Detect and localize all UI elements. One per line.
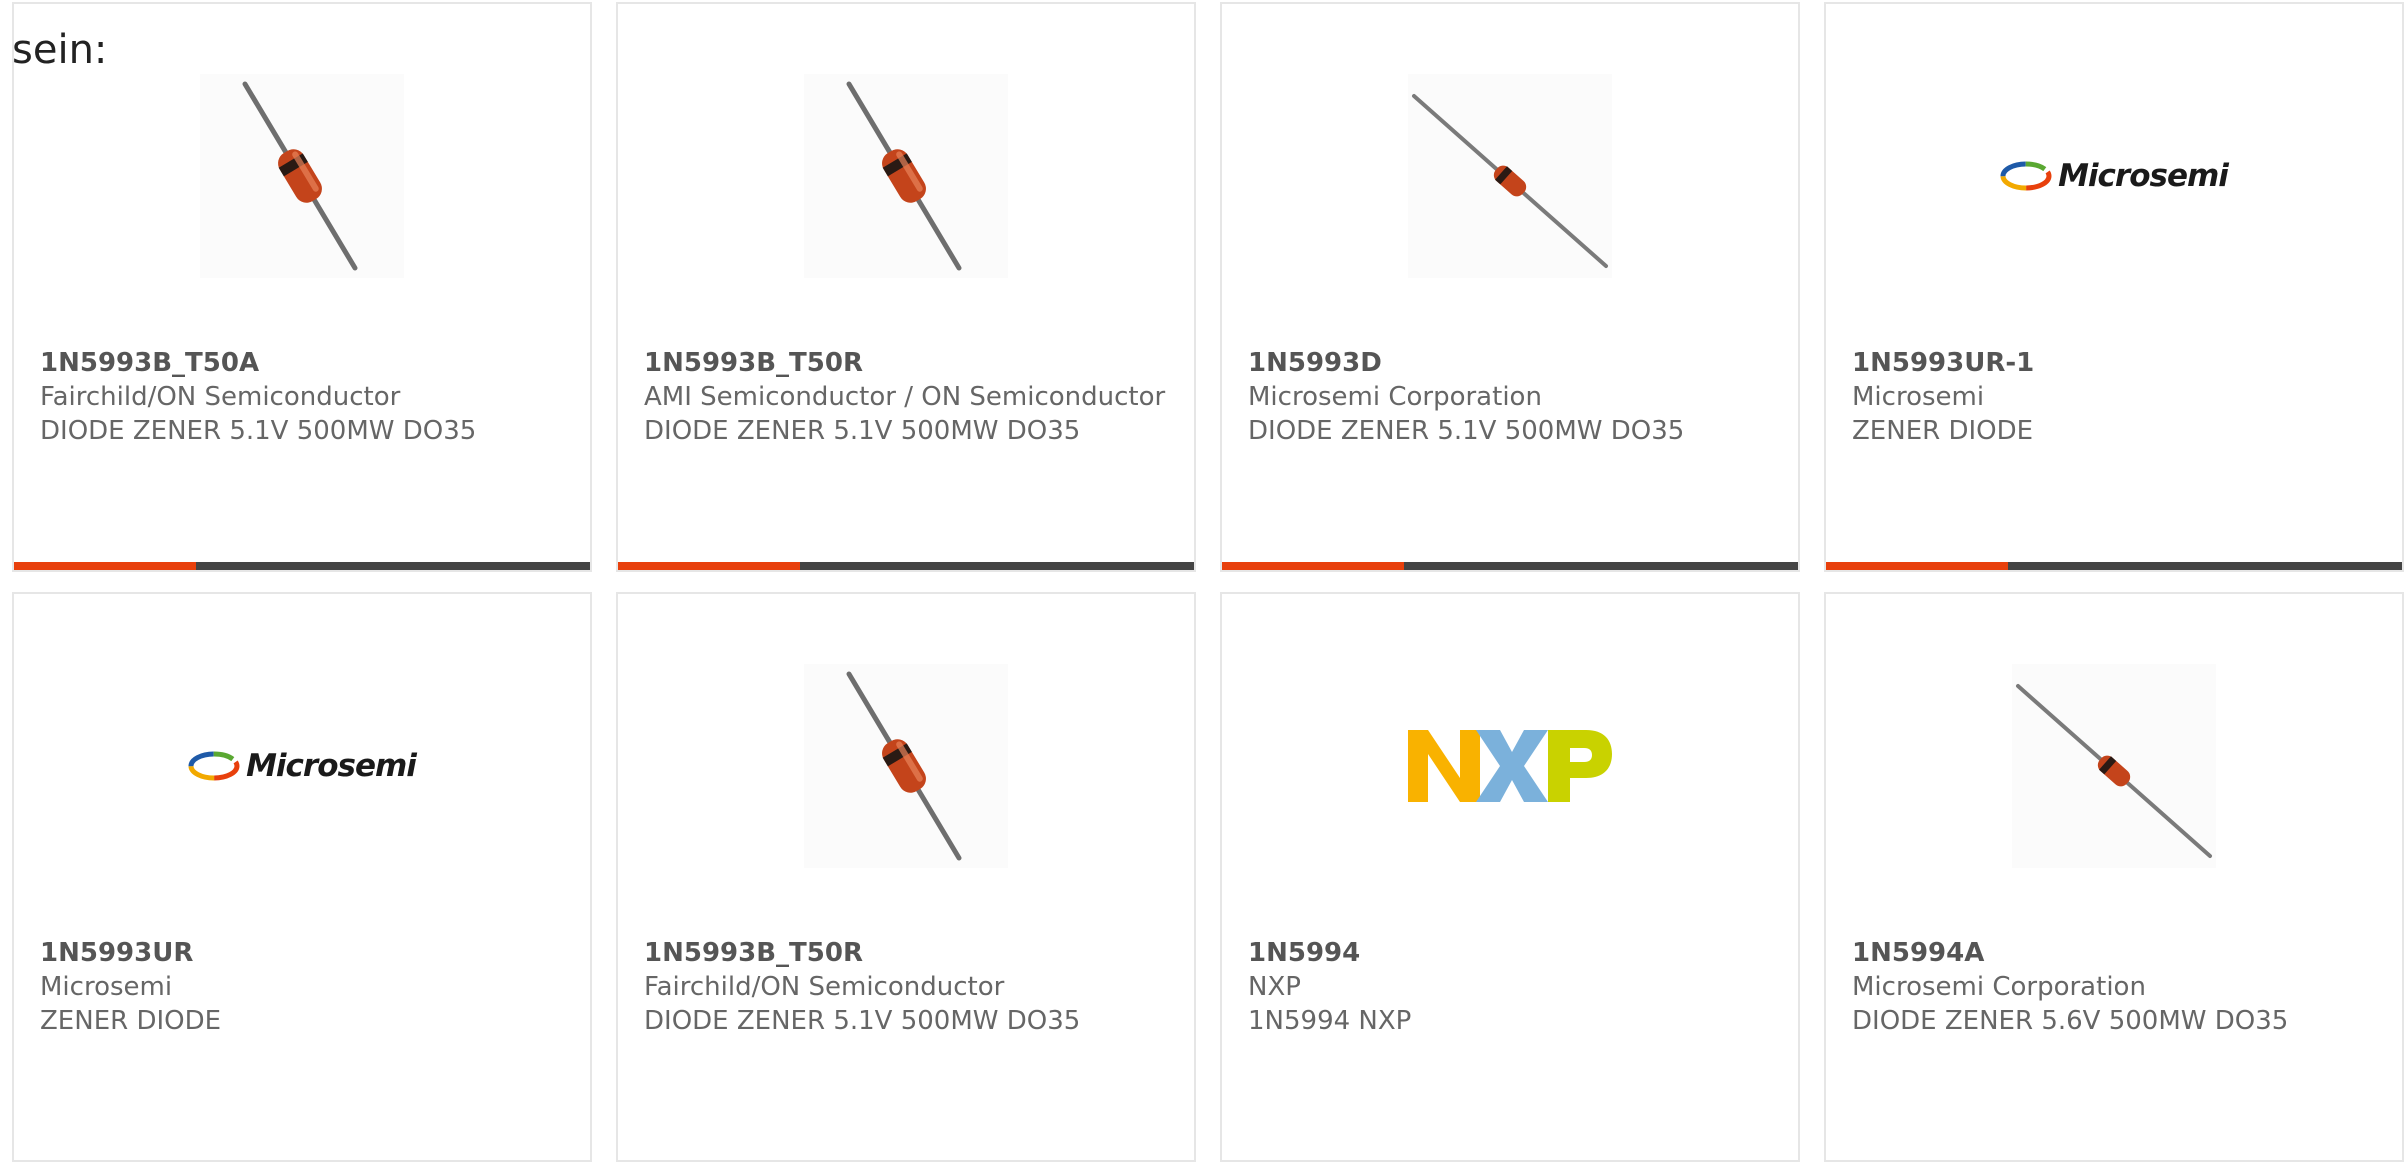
description: DIODE ZENER 5.1V 500MW DO35: [644, 416, 1081, 446]
diode-image-icon: [242, 81, 358, 271]
card-meta: 1N5993UR Microsemi ZENER DIODE: [40, 936, 570, 1038]
description: DIODE ZENER 5.6V 500MW DO35: [1852, 1006, 2289, 1036]
manufacturer: Fairchild/ON Semiconductor: [40, 382, 401, 412]
card-meta: 1N5993B_T50A Fairchild/ON Semiconductor …: [40, 346, 570, 448]
part-number[interactable]: 1N5994: [1248, 936, 1778, 970]
card-meta: 1N5993B_T50R AMI Semiconductor / ON Semi…: [644, 346, 1174, 448]
card-meta: 1N5993D Microsemi Corporation DIODE ZENE…: [1248, 346, 1778, 448]
diode-image-icon: [846, 81, 962, 271]
description: DIODE ZENER 5.1V 500MW DO35: [1248, 416, 1685, 446]
part-number[interactable]: 1N5994A: [1852, 936, 2382, 970]
microsemi-wordmark: Microsemi: [2058, 158, 2229, 194]
manufacturer: Microsemi Corporation: [1852, 972, 2146, 1002]
part-number[interactable]: 1N5993UR: [40, 936, 570, 970]
description: 1N5994 NXP: [1248, 1006, 1412, 1036]
microsemi-swirl-icon: [188, 751, 240, 781]
microsemi-logo: Microsemi: [2000, 158, 2229, 194]
manufacturer: NXP: [1248, 972, 1301, 1002]
card-bottom-bar: [618, 562, 1194, 570]
manufacturer-logo: [1408, 664, 1612, 868]
manufacturer: Microsemi: [1852, 382, 1985, 412]
intro-text: sein:: [12, 27, 108, 73]
microsemi-swirl-icon: [2000, 161, 2052, 191]
card-accent: [1826, 562, 2008, 570]
description: ZENER DIODE: [40, 1006, 222, 1036]
manufacturer: Microsemi: [40, 972, 173, 1002]
card-accent: [618, 562, 800, 570]
card-bottom-bar: [14, 562, 590, 570]
product-grid: 1N5993B_T50A Fairchild/ON Semiconductor …: [12, 2, 2405, 1162]
manufacturer-logo: Microsemi: [2000, 74, 2229, 278]
product-card[interactable]: 1N5993D Microsemi Corporation DIODE ZENE…: [1220, 2, 1800, 572]
part-number[interactable]: 1N5993D: [1248, 346, 1778, 380]
card-accent: [14, 562, 196, 570]
diode-photo: [2012, 664, 2216, 868]
manufacturer-logo: Microsemi: [188, 664, 417, 868]
diode-photo: [200, 74, 404, 278]
part-number[interactable]: 1N5993B_T50R: [644, 346, 1174, 380]
manufacturer: Microsemi Corporation: [1248, 382, 1542, 412]
diode-photo: [804, 74, 1008, 278]
product-card[interactable]: 1N5994A Microsemi Corporation DIODE ZENE…: [1824, 592, 2404, 1162]
product-card[interactable]: 1N5993B_T50R AMI Semiconductor / ON Semi…: [616, 2, 1196, 572]
part-number[interactable]: 1N5993UR-1: [1852, 346, 2382, 380]
description: DIODE ZENER 5.1V 500MW DO35: [40, 416, 477, 446]
part-number[interactable]: 1N5993B_T50R: [644, 936, 1174, 970]
diode-image-icon: [2016, 684, 2212, 858]
description: ZENER DIODE: [1852, 416, 2034, 446]
product-card[interactable]: 1N5993B_T50R Fairchild/ON Semiconductor …: [616, 592, 1196, 1162]
product-card[interactable]: Microsemi 1N5993UR Microsemi ZENER DIODE: [12, 592, 592, 1162]
manufacturer: Fairchild/ON Semiconductor: [644, 972, 1005, 1002]
card-meta: 1N5993UR-1 Microsemi ZENER DIODE: [1852, 346, 2382, 448]
microsemi-wordmark: Microsemi: [246, 748, 417, 784]
manufacturer: AMI Semiconductor / ON Semiconductor: [644, 382, 1166, 412]
diode-image-icon: [1412, 94, 1608, 268]
diode-photo: [804, 664, 1008, 868]
diode-photo: [1408, 74, 1612, 278]
diode-image-icon: [846, 671, 962, 861]
card-accent: [1222, 562, 1404, 570]
product-card[interactable]: 1N5994 NXP 1N5994 NXP: [1220, 592, 1800, 1162]
card-bottom-bar: [1826, 562, 2402, 570]
card-bottom-bar: [1222, 562, 1798, 570]
card-meta: 1N5994 NXP 1N5994 NXP: [1248, 936, 1778, 1038]
description: DIODE ZENER 5.1V 500MW DO35: [644, 1006, 1081, 1036]
part-number[interactable]: 1N5993B_T50A: [40, 346, 570, 380]
card-meta: 1N5993B_T50R Fairchild/ON Semiconductor …: [644, 936, 1174, 1038]
product-card[interactable]: Microsemi 1N5993UR-1 Microsemi ZENER DIO…: [1824, 2, 2404, 572]
product-card[interactable]: 1N5993B_T50A Fairchild/ON Semiconductor …: [12, 2, 592, 572]
nxp-logo-icon: [1408, 730, 1612, 802]
card-meta: 1N5994A Microsemi Corporation DIODE ZENE…: [1852, 936, 2382, 1038]
microsemi-logo: Microsemi: [188, 748, 417, 784]
